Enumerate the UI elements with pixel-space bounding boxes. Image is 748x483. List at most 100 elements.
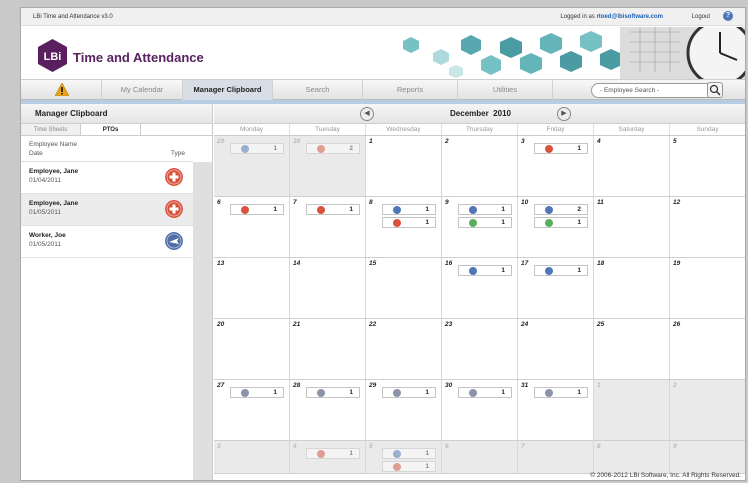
pto-badge[interactable]: 1 [382, 387, 436, 398]
calendar-day[interactable]: 25 [594, 319, 670, 379]
pto-badge[interactable]: 1 [458, 204, 512, 215]
search-button[interactable] [707, 82, 723, 98]
pto-list: Employee, Jane 01/04/2011 Employee, Jane 01… [21, 162, 193, 258]
calendar-day[interactable]: 23 [442, 319, 518, 379]
calendar-day[interactable]: 14 [290, 258, 366, 318]
plus-icon[interactable] [165, 168, 183, 186]
calendar-day[interactable]: 15 [366, 258, 442, 318]
calendar-day[interactable]: 20 [214, 319, 290, 379]
calendar-day[interactable]: 27 1 [214, 380, 290, 440]
calendar-day[interactable]: 26 [670, 319, 745, 379]
calendar-day[interactable]: 24 [518, 319, 594, 379]
pto-badge[interactable]: 1 [382, 217, 436, 228]
pto-badge[interactable]: 1 [306, 387, 360, 398]
calendar-day[interactable]: 16 1 [442, 258, 518, 318]
calendar-day[interactable]: 29 1 [214, 136, 290, 196]
calendar-day[interactable]: 6 [442, 441, 518, 473]
calendar-day[interactable]: 8 [594, 441, 670, 473]
day-number: 23 [445, 321, 453, 328]
pto-badge[interactable]: 1 [230, 143, 284, 154]
tab-ptos[interactable]: PTOs [81, 124, 141, 135]
pto-badge[interactable]: 1 [306, 204, 360, 215]
tab-my-calendar[interactable]: My Calendar [102, 80, 183, 100]
main-nav: My Calendar Manager Clipboard Search Rep… [21, 79, 745, 100]
plus-icon[interactable] [165, 200, 183, 218]
calendar-day[interactable]: 61 [214, 197, 290, 257]
username-link[interactable]: rtoed@lbisoftware.com [596, 14, 663, 20]
pto-request-row[interactable]: Employee, Jane 01/04/2011 [21, 162, 193, 194]
calendar-day[interactable]: 2 [670, 380, 745, 440]
calendar-day[interactable]: 3 [214, 441, 290, 473]
pto-badge[interactable]: 1 [458, 217, 512, 228]
pto-count: 1 [425, 450, 429, 457]
calendar-day[interactable]: 11 [594, 197, 670, 257]
calendar-day[interactable]: 1 [594, 380, 670, 440]
alerts-tab[interactable] [21, 80, 102, 100]
calendar-week: 6 1 7 1 8 1 1 9 1 1 10 2 1 11 12 [214, 197, 745, 258]
calendar-day[interactable]: 5 1 1 [366, 441, 442, 473]
day-number: 4 [293, 443, 297, 450]
pto-request-row[interactable]: Employee, Jane 01/05/2011 [21, 194, 193, 226]
tab-utilities[interactable]: Utilities [458, 80, 553, 100]
calendar-day[interactable]: 1 [366, 136, 442, 196]
plus-icon [317, 450, 325, 458]
plane-icon[interactable] [165, 232, 183, 250]
pto-badge[interactable]: 1 [534, 143, 588, 154]
calendar-day[interactable]: 9 1 1 [442, 197, 518, 257]
pto-badge[interactable]: 1 [230, 387, 284, 398]
calendar-day[interactable]: 19 [670, 258, 745, 318]
calendar-day[interactable]: 22 [366, 319, 442, 379]
calendar-day[interactable]: 4 [594, 136, 670, 196]
weekday-label: Thursday [442, 124, 518, 135]
help-icon[interactable]: ? [723, 11, 733, 21]
calendar-day[interactable]: 30 1 [442, 380, 518, 440]
pto-count: 1 [349, 450, 353, 457]
pto-badge[interactable]: 1 [306, 448, 360, 459]
calendar-day[interactable]: 31 [518, 136, 594, 196]
pto-badge[interactable]: 1 [230, 204, 284, 215]
calendar-day[interactable]: 18 [594, 258, 670, 318]
banner: LBi Time and Attendance [21, 27, 745, 79]
calendar-day[interactable]: 28 1 [290, 380, 366, 440]
tab-manager-clipboard[interactable]: Manager Clipboard [183, 80, 273, 100]
hexagon-decoration [403, 29, 641, 78]
calendar-day[interactable]: 41 [290, 441, 366, 473]
pto-badge[interactable]: 1 [534, 217, 588, 228]
tab-time-sheets[interactable]: Time Sheets [21, 124, 81, 135]
calendar-day[interactable]: 71 [290, 197, 366, 257]
pto-request-row[interactable]: Worker, Joe 01/05/2011 [21, 226, 193, 258]
logout-link[interactable]: Logout [692, 14, 710, 20]
panel-scrollbar[interactable] [193, 162, 212, 480]
calendar-day[interactable]: 17 1 [518, 258, 594, 318]
calendar-day[interactable]: 13 [214, 258, 290, 318]
calendar-day[interactable]: 21 [290, 319, 366, 379]
employee-search-input[interactable]: - Employee Search - [591, 83, 717, 98]
pto-badge[interactable]: 1 [458, 265, 512, 276]
calendar-day[interactable]: 2 [442, 136, 518, 196]
pto-badge[interactable]: 1 [382, 204, 436, 215]
calendar-week: 29 1 30 2 1 2 3 1 4 5 [214, 136, 745, 197]
top-bar: LBi Time and Attendance v3.0 Logged in a… [21, 8, 745, 26]
calendar-day[interactable]: 5 [670, 136, 745, 196]
pto-badge[interactable]: 1 [458, 387, 512, 398]
calendar-day[interactable]: 7 [518, 441, 594, 473]
pto-badge[interactable]: 1 [382, 448, 436, 459]
calendar-day[interactable]: 31 1 [518, 380, 594, 440]
calendar-day[interactable]: 10 2 1 [518, 197, 594, 257]
pto-badge[interactable]: 2 [534, 204, 588, 215]
pto-badge[interactable]: 1 [534, 387, 588, 398]
day-number: 11 [597, 199, 604, 206]
calendar-day[interactable]: 30 2 [290, 136, 366, 196]
tab-search[interactable]: Search [273, 80, 363, 100]
calendar-day[interactable]: 8 1 1 [366, 197, 442, 257]
calendar-day[interactable]: 29 1 [366, 380, 442, 440]
pto-badge[interactable]: 1 [382, 461, 436, 472]
tab-reports[interactable]: Reports [363, 80, 458, 100]
pto-badge[interactable]: 2 [306, 143, 360, 154]
calendar-day[interactable]: 9 [670, 441, 745, 473]
next-month-button[interactable]: ▶ [557, 107, 571, 121]
calendar-week: 20 21 22 23 24 25 26 [214, 319, 745, 380]
calendar-day[interactable]: 12 [670, 197, 745, 257]
calendar: ◀ December 2010 ▶ Monday Tuesday Wednesday… [214, 104, 745, 480]
pto-badge[interactable]: 1 [534, 265, 588, 276]
